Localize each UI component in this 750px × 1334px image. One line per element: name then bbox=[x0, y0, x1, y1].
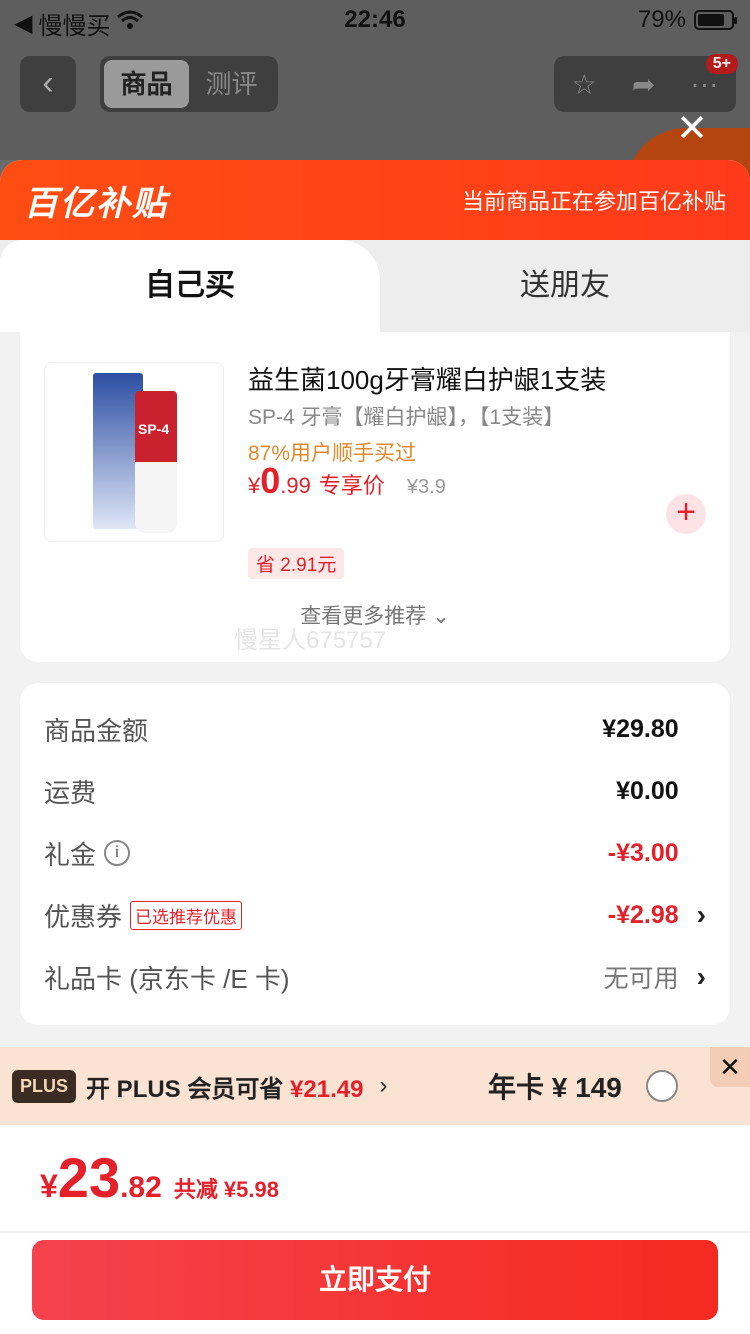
subsidy-banner: 百亿补贴 当前商品正在参加百亿补贴 bbox=[0, 160, 750, 240]
price-dec: .99 bbox=[280, 473, 311, 498]
product-title[interactable]: 益生菌100g牙膏耀白护龈1支装 bbox=[248, 360, 710, 400]
coupon-row[interactable]: 优惠券 已选推荐优惠 -¥2.98 › bbox=[44, 895, 706, 935]
plus-select-radio[interactable] bbox=[646, 1070, 678, 1102]
close-icon[interactable]: ✕ bbox=[710, 1047, 750, 1087]
gift-card-row[interactable]: 礼品卡 (京东卡 /E 卡) 无可用 › bbox=[44, 957, 706, 997]
coupon-label: 优惠券 bbox=[44, 901, 123, 932]
buy-mode-tabs: 自己买 送朋友 bbox=[0, 240, 750, 332]
product-image[interactable]: SP-4 bbox=[44, 362, 224, 542]
checkout-footer: ¥ 23 .82 共减 ¥5.98 立即支付 bbox=[0, 1125, 750, 1334]
battery-status: 79% bbox=[637, 6, 737, 34]
gift-card-label: 礼品卡 (京东卡 /E 卡) bbox=[44, 963, 290, 994]
tab-review[interactable]: 测评 bbox=[189, 60, 274, 108]
subsidy-logo: 百亿补贴 bbox=[24, 184, 168, 223]
gift-money-label: 礼金 bbox=[44, 839, 97, 870]
product-image-label: SP-4 bbox=[138, 421, 170, 437]
chevron-right-icon: › bbox=[379, 1072, 388, 1099]
add-product-button[interactable]: + bbox=[666, 494, 706, 534]
shipping-row: 运费 ¥0.00› bbox=[44, 771, 706, 811]
subsidy-note: 当前商品正在参加百亿补贴 bbox=[461, 189, 726, 214]
tab-gift-to-friend[interactable]: 送朋友 bbox=[380, 240, 750, 332]
plus-promo-text: 开 PLUS 会员可省 ¥21.49 bbox=[86, 1069, 363, 1104]
total-int: 23 bbox=[57, 1146, 121, 1209]
goods-amount-text: ¥29.80 bbox=[602, 714, 679, 743]
gift-money-row: 礼金 i -¥3.00› bbox=[44, 833, 706, 873]
gift-money-label-wrap: 礼金 i bbox=[44, 835, 131, 872]
star-icon[interactable]: ☆ bbox=[572, 68, 597, 101]
tab-buy-for-self[interactable]: 自己买 bbox=[0, 240, 380, 332]
plus-promo-bar[interactable]: PLUS 开 PLUS 会员可省 ¥21.49 › 年卡 ¥ 149 ✕ bbox=[0, 1047, 750, 1125]
product-info: 益生菌100g牙膏耀白护龈1支装 SP-4 牙膏【耀白护龈】，【1支装】 87%… bbox=[248, 360, 710, 472]
total-yen: ¥ bbox=[40, 1168, 58, 1204]
plus-promo-prefix: 开 PLUS 会员可省 bbox=[86, 1075, 284, 1103]
status-bar: ◀ 慢慢买 22:46 79% bbox=[0, 0, 750, 40]
info-icon[interactable]: i bbox=[104, 840, 131, 866]
shipping-value: ¥0.00› bbox=[616, 775, 706, 807]
battery-icon bbox=[694, 10, 737, 30]
nav-segment: 商品 测评 bbox=[100, 56, 278, 112]
tab-product[interactable]: 商品 bbox=[104, 60, 189, 108]
share-icon[interactable]: ➦ bbox=[632, 68, 655, 101]
plus-logo: PLUS bbox=[12, 1069, 77, 1103]
product-nav-dimmed: ‹ 商品 测评 ☆ ➦ ··· 5+ ✕ bbox=[0, 40, 750, 188]
nav-back-button[interactable]: ‹ bbox=[20, 56, 76, 112]
product-price-row: ¥0.99 专享价 ¥3.9 bbox=[248, 460, 446, 502]
price-summary-card: 商品金额 ¥29.80› 运费 ¥0.00› 礼金i -¥3.00› 优惠券已选… bbox=[20, 683, 730, 1025]
total-reduce: 共减 ¥5.98 bbox=[173, 1177, 279, 1202]
checkout-sheet: 百亿补贴 当前商品正在参加百亿补贴 自己买 送朋友 SP-4 益生菌100g牙膏… bbox=[0, 160, 750, 1334]
toothpaste-tube bbox=[135, 391, 177, 533]
product-subtitle: SP-4 牙膏【耀白护龈】，【1支装】 bbox=[248, 406, 565, 429]
shipping-text: ¥0.00 bbox=[616, 776, 679, 805]
product-price: ¥0.99 bbox=[248, 460, 311, 502]
goods-amount-label: 商品金额 bbox=[44, 715, 149, 746]
close-icon[interactable]: ✕ bbox=[676, 110, 708, 148]
price-yen: ¥ bbox=[248, 473, 261, 498]
coupon-selected-tag: 已选推荐优惠 bbox=[130, 900, 243, 930]
battery-percent: 79% bbox=[637, 6, 686, 33]
save-badge: 省 2.91元 bbox=[248, 548, 345, 579]
goods-amount-row: 商品金额 ¥29.80› bbox=[44, 709, 706, 749]
chevron-right-icon: › bbox=[696, 961, 706, 992]
coupon-value: -¥2.98 › bbox=[608, 899, 706, 931]
pay-now-button[interactable]: 立即支付 bbox=[32, 1240, 718, 1320]
goods-amount-value: ¥29.80› bbox=[602, 713, 706, 745]
coupon-text: -¥2.98 bbox=[607, 900, 679, 929]
chevron-down-icon: ⌄ bbox=[432, 605, 450, 628]
coupon-label-wrap: 优惠券 已选推荐优惠 bbox=[44, 897, 243, 934]
gift-money-text: -¥3.00 bbox=[607, 838, 679, 867]
shipping-label: 运费 bbox=[44, 777, 97, 808]
total-dec: .82 bbox=[120, 1171, 162, 1204]
original-price: ¥3.9 bbox=[406, 476, 446, 498]
chevron-right-icon: › bbox=[696, 899, 706, 930]
message-badge: 5+ bbox=[705, 54, 738, 74]
divider bbox=[0, 1231, 750, 1233]
recommend-card: SP-4 益生菌100g牙膏耀白护龈1支装 SP-4 牙膏【耀白护龈】，【1支装… bbox=[20, 332, 730, 662]
price-int: 0 bbox=[260, 460, 281, 501]
price-tag: 专享价 bbox=[318, 473, 385, 498]
gift-card-text: 无可用 bbox=[603, 965, 679, 993]
gift-card-value: 无可用 › bbox=[604, 959, 706, 995]
gift-money-value: -¥3.00› bbox=[608, 837, 706, 869]
watermark: 慢星人675757 bbox=[234, 627, 387, 654]
plus-year-card: 年卡 ¥ 149 bbox=[488, 1072, 622, 1103]
plus-save-amount: ¥21.49 bbox=[290, 1075, 364, 1103]
total-price: ¥ 23 .82 共减 ¥5.98 bbox=[40, 1145, 279, 1210]
